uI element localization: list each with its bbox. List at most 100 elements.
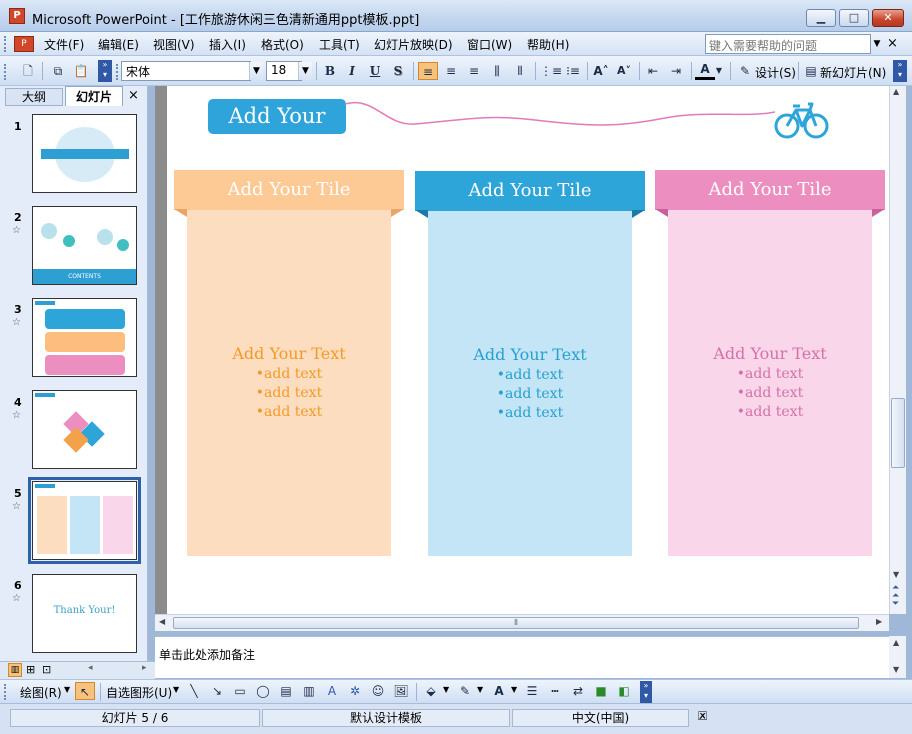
header-title[interactable]: Add Your Tile <box>208 99 346 163</box>
line-color-icon[interactable]: ✎ <box>455 682 475 700</box>
shadow-style-icon[interactable]: ■ <box>591 682 611 700</box>
slide-thumbnail-4[interactable] <box>32 390 137 469</box>
design-icon[interactable]: ✎ <box>735 62 755 80</box>
chevron-down-icon[interactable]: ▼ <box>298 62 312 80</box>
slide-thumbnail-3[interactable] <box>32 298 137 377</box>
clipart-icon[interactable]: ☺ <box>368 682 388 700</box>
design-button[interactable]: 设计(S) <box>755 64 796 81</box>
toolbar-options-icon[interactable]: » ▾ <box>98 60 112 82</box>
column-head-3[interactable]: Add Your Tile <box>655 170 885 210</box>
column-head-2[interactable]: Add Your Tile <box>415 171 645 211</box>
notes-pane[interactable]: 单击此处添加备注 <box>155 636 890 678</box>
next-slide-icon[interactable]: ⏷ <box>892 600 899 609</box>
slide-thumbnail-6[interactable]: Thank Your! <box>32 574 137 653</box>
document-icon[interactable]: P <box>14 36 34 52</box>
numbering-icon[interactable]: ⋮≡ <box>540 62 562 80</box>
slide-editing-area[interactable]: Add Your Tile Add Your Tile Add Your Tex… <box>155 86 890 614</box>
columns-icon[interactable]: ⦀ <box>510 62 530 80</box>
menu-format[interactable]: 格式(O) <box>261 36 304 53</box>
chevron-down-icon[interactable]: ▼ <box>173 685 179 694</box>
scroll-up-icon[interactable]: ▲ <box>893 87 899 96</box>
document-close-icon[interactable]: × <box>887 36 898 51</box>
help-search-input[interactable]: 键入需要帮助的问题 <box>705 34 871 54</box>
chevron-down-icon[interactable]: ▼ <box>511 685 517 694</box>
new-slide-button[interactable]: 新幻灯片(N) <box>820 64 886 81</box>
slideshow-icon[interactable]: ⊡ <box>42 663 51 676</box>
maximize-button[interactable]: □ <box>839 9 869 27</box>
select-pointer-icon[interactable]: ↖ <box>75 682 95 700</box>
new-document-icon[interactable]: 🗋 <box>18 62 38 80</box>
menu-insert[interactable]: 插入(I) <box>209 36 246 53</box>
font-name-combo[interactable]: 宋体 <box>121 61 251 81</box>
normal-view-icon[interactable]: ▥ <box>8 663 22 677</box>
close-button[interactable]: ✕ <box>872 9 904 27</box>
slide-thumbnail-5[interactable] <box>32 481 137 560</box>
horizontal-scroll-thumb[interactable]: ⦀ <box>173 617 859 629</box>
distribute-icon[interactable]: ⫼ <box>487 62 507 80</box>
decrease-font-icon[interactable]: A˅ <box>614 62 634 80</box>
bold-button[interactable]: B <box>320 62 340 80</box>
column-head-1[interactable]: Add Your Tile <box>174 170 404 210</box>
textbox-icon[interactable]: ▤ <box>276 682 296 700</box>
new-slide-icon[interactable]: ▤ <box>801 62 821 80</box>
scroll-right-icon[interactable]: ▸ <box>142 663 147 673</box>
panel-close-icon[interactable]: × <box>128 88 139 103</box>
menu-window[interactable]: 窗口(W) <box>467 36 512 53</box>
italic-button[interactable]: I <box>342 62 362 80</box>
line-icon[interactable]: ╲ <box>184 682 204 700</box>
minimize-button[interactable]: ▁ <box>806 9 836 27</box>
vertical-textbox-icon[interactable]: ▥ <box>299 682 319 700</box>
chevron-down-icon[interactable]: ▼ <box>477 685 483 694</box>
shadow-button[interactable]: S <box>388 62 408 80</box>
column-text-1[interactable]: Add Your Text •add text •add text •add t… <box>187 344 391 422</box>
vertical-scrollbar[interactable]: ▲ ▼ ⏶ ⏶ ⏷ <box>889 86 906 614</box>
bullets-icon[interactable]: ⁝≡ <box>563 62 583 80</box>
font-color-icon[interactable]: A <box>489 682 509 700</box>
chevron-down-icon[interactable]: ▼ <box>443 685 449 694</box>
scroll-left-icon[interactable]: ◂ <box>88 663 93 673</box>
slide-sorter-icon[interactable]: ⊞ <box>26 663 35 676</box>
scroll-right-icon[interactable]: ▶ <box>876 617 882 626</box>
slide-canvas[interactable]: Add Your Tile Add Your Tile Add Your Tex… <box>167 86 890 614</box>
slide-thumbnail-2[interactable]: CONTENTS <box>32 206 137 285</box>
toolbar-grip[interactable] <box>116 64 120 80</box>
chevron-down-icon[interactable]: ▼ <box>64 685 70 694</box>
diagram-icon[interactable]: ✲ <box>345 682 365 700</box>
line-style-icon[interactable]: ☰ <box>522 682 542 700</box>
arrow-style-icon[interactable]: ⇄ <box>568 682 588 700</box>
menu-file[interactable]: 文件(F) <box>44 36 84 53</box>
toolbar-grip[interactable] <box>4 684 8 700</box>
dash-style-icon[interactable]: ┅ <box>545 682 565 700</box>
rectangle-icon[interactable]: ▭ <box>230 682 250 700</box>
status-design-template[interactable]: 默认设计模板 <box>262 709 510 727</box>
font-size-combo[interactable]: 18 <box>266 61 302 81</box>
increase-indent-icon[interactable]: ⇥ <box>666 62 686 80</box>
menu-edit[interactable]: 编辑(E) <box>98 36 139 53</box>
vertical-scroll-thumb[interactable] <box>891 398 905 468</box>
3d-style-icon[interactable]: ◧ <box>614 682 634 700</box>
chevron-down-icon[interactable]: ▼ <box>713 62 725 80</box>
toolbar-options-icon[interactable]: » ▾ <box>893 60 907 82</box>
copy-icon[interactable]: ⧉ <box>48 62 68 80</box>
menu-tools[interactable]: 工具(T) <box>319 36 360 53</box>
decrease-indent-icon[interactable]: ⇤ <box>643 62 663 80</box>
scroll-down-icon[interactable]: ▼ <box>893 665 899 674</box>
scroll-up-icon[interactable]: ▲ <box>893 638 899 647</box>
column-text-2[interactable]: Add Your Text •add text •add text •add t… <box>428 345 632 423</box>
horizontal-scrollbar[interactable]: ◀ ⦀ ▶ <box>155 614 889 631</box>
wordart-icon[interactable]: A <box>322 682 342 700</box>
scroll-down-icon[interactable]: ▼ <box>893 570 899 579</box>
tab-slides[interactable]: 幻灯片 <box>65 86 123 106</box>
notes-placeholder[interactable]: 单击此处添加备注 <box>159 646 255 663</box>
paste-icon[interactable]: 📋 <box>71 62 91 80</box>
align-center-icon[interactable]: ≡ <box>441 62 461 80</box>
previous-slide-icon[interactable]: ⏶ ⏶ <box>892 584 899 601</box>
draw-menu-button[interactable]: 绘图(R) <box>20 684 62 701</box>
toolbar-grip[interactable] <box>4 64 8 80</box>
slide-thumbnail-1[interactable] <box>32 114 137 193</box>
tab-outline[interactable]: 大纲 <box>5 88 63 106</box>
autoshapes-button[interactable]: 自选图形(U) <box>106 684 172 701</box>
chevron-down-icon[interactable]: ▼ <box>249 62 263 80</box>
menu-view[interactable]: 视图(V) <box>153 36 195 53</box>
spellcheck-icon[interactable]: 🗷 <box>698 709 707 724</box>
